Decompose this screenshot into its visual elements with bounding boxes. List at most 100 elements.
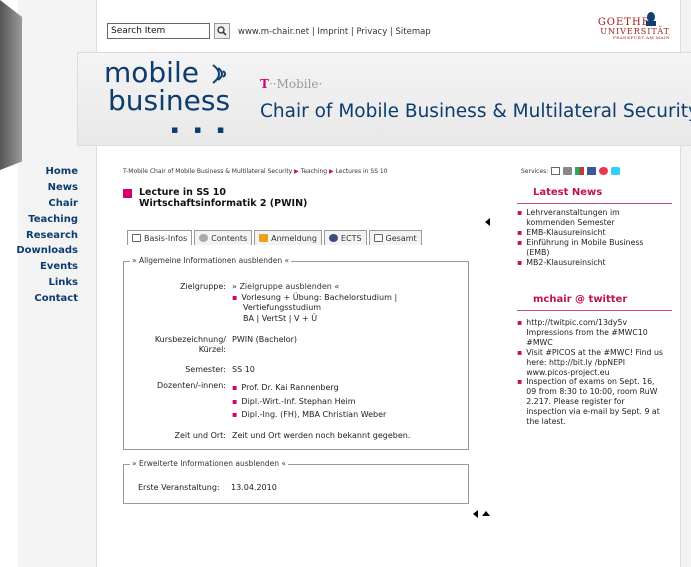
sidebar-item-teaching[interactable]: Teaching	[0, 212, 78, 228]
zielgruppe-item: ▪ Vorlesung + Übung: Bachelorstudium |	[232, 293, 462, 304]
bookmark-icon[interactable]	[575, 167, 585, 175]
twitter-heading: mchair @ twitter	[533, 294, 628, 305]
bullet-icon: ▪	[232, 292, 238, 302]
tweet-text: http://twitpic.com/13dy5v Impressions fr…	[526, 318, 648, 347]
link-mchair[interactable]: www.m-chair.net	[238, 27, 309, 37]
sidebar-item-links[interactable]: Links	[0, 275, 78, 291]
link-imprint[interactable]: Imprint	[317, 27, 348, 37]
ects-icon	[328, 234, 338, 242]
bullet-icon: ▪	[232, 383, 238, 392]
breadcrumb-arrow-icon: ▶	[329, 168, 334, 175]
services-bar: Services:	[521, 167, 621, 175]
erste-veranstaltung-label: Erste Veranstaltung:	[138, 483, 220, 492]
tab-basis-infos[interactable]: Basis-Infos	[127, 230, 193, 245]
dozent-item[interactable]: ▪ Dipl.-Ing. (FH), MBA Christian Weber	[232, 408, 386, 422]
tweet-item[interactable]: ▪ http://twitpic.com/13dy5v Impressions f…	[517, 318, 665, 348]
zielgruppe-label: Zielgruppe:	[179, 282, 226, 291]
kurs-label-line1: Kursbezeichnung/	[154, 335, 226, 344]
page-title-line2: Wirtschaftsinformatik 2 (PWIN)	[139, 198, 308, 209]
tab-label: Anmeldung	[271, 233, 317, 243]
breadcrumb-arrow-icon: ▶	[294, 168, 299, 175]
news-item[interactable]: ▪ EMB-Klausureinsicht	[517, 228, 665, 238]
zielgruppe-line1: Vorlesung + Übung: Bachelorstudium |	[241, 292, 398, 302]
tab-label: Basis-Infos	[144, 233, 188, 243]
breadcrumb-item-teaching[interactable]: Teaching	[301, 168, 327, 175]
zielgruppe-line2: Vertiefungsstudium	[243, 303, 322, 312]
news-item[interactable]: ▪ MB2-Klausureinsicht	[517, 258, 665, 268]
search-button[interactable]	[214, 23, 230, 39]
breadcrumb-item-lectures[interactable]: Lectures in SS 10	[336, 168, 388, 175]
dozent-item[interactable]: ▪ Dipl.-Wirt.-Inf. Stephan Heim	[232, 395, 386, 409]
page-title-line1: Lecture in SS 10	[139, 187, 226, 198]
twitter-divider	[517, 310, 672, 311]
bullet-icon: ▪	[517, 227, 523, 237]
sidebar-item-news[interactable]: News	[0, 180, 78, 196]
tmobile-t: T	[260, 77, 269, 91]
tweet-item[interactable]: ▪ Visit #PICOS at the #MWC! Find us here:…	[517, 348, 665, 378]
news-item[interactable]: ▪ Einführung in Mobile Business (EMB)	[517, 238, 665, 258]
sidebar-item-home[interactable]: Home	[0, 164, 78, 180]
zeit-label: Zeit und Ort:	[174, 431, 226, 440]
news-text: EMB-Klausureinsicht	[526, 227, 606, 237]
goethe-bust-icon	[646, 12, 656, 26]
twitter-icon[interactable]	[611, 167, 621, 175]
news-item[interactable]: ▪ Lehrveranstaltungen im kommenden Semest…	[517, 208, 665, 228]
bullet-icon: ▪	[517, 377, 523, 387]
pencil-icon	[259, 234, 269, 242]
tab-label: Contents	[211, 233, 248, 243]
share-icon[interactable]	[599, 167, 609, 175]
breadcrumb: T-Mobile Chair of Mobile Business & Mult…	[123, 168, 388, 175]
tab-ects[interactable]: ECTS	[323, 230, 367, 245]
semester-value: SS 10	[232, 365, 255, 374]
previous-arrow-icon[interactable]	[473, 510, 478, 518]
news-text: MB2-Klausureinsicht	[526, 257, 606, 267]
bullet-icon: ▪	[517, 237, 523, 247]
bullet-icon: ▪	[517, 347, 523, 357]
dozent-name: Dipl.-Ing. (FH), MBA Christian Weber	[241, 410, 387, 419]
goethe-line3: FRANKFURT AM MAIN	[612, 35, 670, 40]
bullet-icon: ▪	[517, 208, 523, 217]
search-icon	[217, 26, 227, 36]
bullet-icon: ▪	[517, 257, 523, 267]
sidebar-item-events[interactable]: Events	[0, 259, 78, 275]
general-info-toggle[interactable]: » Allgemeine Informationen ausblenden «	[130, 256, 292, 265]
sidebar-item-research[interactable]: Research	[0, 228, 78, 244]
kurs-value: PWIN (Bachelor)	[232, 335, 298, 344]
logo-business-text: business	[108, 84, 231, 117]
dozenten-label: Dozenten/-innen:	[156, 381, 226, 390]
dozent-name: Prof. Dr. Kai Rannenberg	[241, 383, 339, 392]
kurs-label: Kursbezeichnung/ Kürzel:	[124, 335, 226, 355]
left-decoration	[0, 0, 22, 170]
breadcrumb-item-chair[interactable]: T-Mobile Chair of Mobile Business & Mult…	[123, 168, 292, 175]
overview-icon	[373, 234, 383, 242]
tab-contents[interactable]: Contents	[194, 230, 253, 245]
sidebar-item-downloads[interactable]: Downloads	[0, 243, 78, 259]
extended-info-toggle[interactable]: » Erweiterte Informationen ausblenden «	[130, 459, 288, 468]
print-icon[interactable]	[563, 167, 573, 175]
document-icon	[132, 234, 141, 242]
page-heading: Lecture in SS 10 Wirtschaftsinformatik 2…	[123, 187, 307, 209]
goethe-university-logo[interactable]: GOETHE UNIVERSITÄT FRANKFURT AM MAIN	[598, 12, 670, 40]
zielgruppe-toggle[interactable]: » Zielgruppe ausblenden «	[232, 282, 462, 293]
news-text: Einführung in Mobile Business (EMB)	[526, 237, 644, 257]
header-banner: mobile business ▪ ▪ ▪ T··Mobile· Chair o…	[77, 52, 691, 146]
zielgruppe-line3: BA | VertSt | V + Ü	[243, 313, 318, 323]
link-privacy[interactable]: Privacy	[356, 27, 387, 37]
email-icon[interactable]	[551, 167, 561, 175]
search-input[interactable]	[107, 23, 210, 39]
sidebar-item-chair[interactable]: Chair	[0, 196, 78, 212]
sidebar-nav: Home News Chair Teaching Research Downlo…	[0, 164, 78, 307]
zielgruppe-value: » Zielgruppe ausblenden « ▪ Vorlesung + Ü…	[232, 282, 462, 324]
scroll-top-arrow-icon[interactable]	[482, 511, 490, 516]
dozent-item[interactable]: ▪ Prof. Dr. Kai Rannenberg	[232, 381, 386, 395]
tab-anmeldung[interactable]: Anmeldung	[254, 230, 322, 245]
tweet-item[interactable]: ▪ Inspection of exams on Sept. 16, 09 fro…	[517, 377, 665, 427]
facebook-icon[interactable]	[587, 167, 597, 175]
link-sitemap[interactable]: Sitemap	[396, 27, 431, 37]
tab-label: Gesamt	[385, 233, 417, 243]
tab-gesamt[interactable]: Gesamt	[368, 230, 422, 245]
sidebar-item-contact[interactable]: Contact	[0, 291, 78, 307]
semester-label: Semester:	[185, 365, 226, 374]
collapse-arrow-icon[interactable]	[485, 218, 490, 226]
bullet-icon: ▪	[232, 396, 238, 406]
